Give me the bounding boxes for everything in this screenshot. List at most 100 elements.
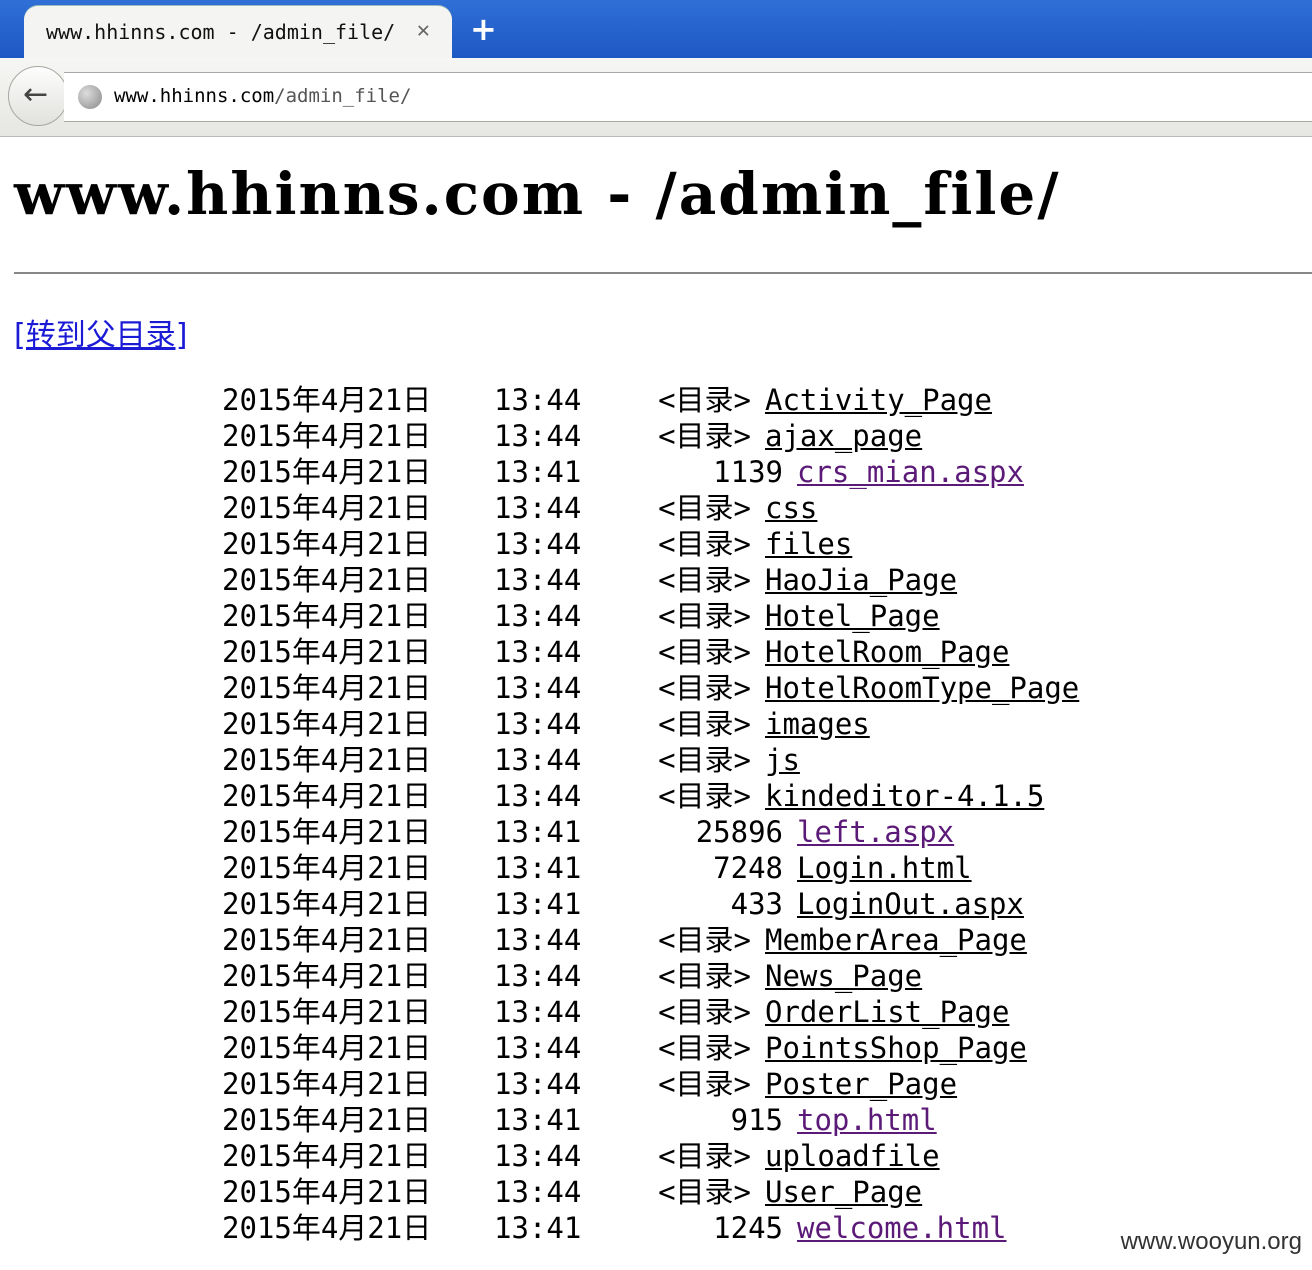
url-path: /admin_file/ <box>274 85 412 107</box>
entry-link[interactable]: uploadfile <box>765 1138 940 1174</box>
entry-link[interactable]: Poster_Page <box>765 1066 957 1102</box>
entry-link[interactable]: crs_mian.aspx <box>797 454 1024 490</box>
back-arrow-icon: ← <box>23 77 49 112</box>
entry-link[interactable]: images <box>765 706 870 742</box>
entry-time: 13:44 <box>494 563 582 597</box>
entry-link[interactable]: User_Page <box>765 1174 922 1210</box>
entry-size: <目录> <box>658 1067 751 1101</box>
entry-link[interactable]: welcome.html <box>797 1210 1007 1246</box>
entry-date: 2015年4月21日 <box>222 815 432 849</box>
tab-bar: www.hhinns.com - /admin_file/ ✕ + <box>0 0 1312 58</box>
listing-row: 2015年4月21日 13:44 <目录> Hotel_Page <box>0 598 1100 634</box>
listing-row: 2015年4月21日 13:44 <目录> files <box>0 526 1100 562</box>
entry-time: 13:44 <box>494 707 582 741</box>
listing-row: 2015年4月21日 13:44 <目录> ajax_page <box>0 418 1100 454</box>
entry-size: <目录> <box>658 491 751 525</box>
entry-date: 2015年4月21日 <box>222 563 432 597</box>
entry-time: 13:44 <box>494 527 582 561</box>
entry-date: 2015年4月21日 <box>222 779 432 813</box>
listing-row: 2015年4月21日 13:44 <目录> js <box>0 742 1100 778</box>
back-button[interactable]: ← <box>8 66 68 126</box>
entry-link[interactable]: PointsShop_Page <box>765 1030 1027 1066</box>
entry-time: 13:44 <box>494 995 582 1029</box>
entry-size: <目录> <box>658 635 751 669</box>
entry-link[interactable]: LoginOut.aspx <box>797 886 1024 922</box>
entry-time: 13:44 <box>494 1175 582 1209</box>
entry-time: 13:44 <box>494 959 582 993</box>
listing-row: 2015年4月21日 13:44 <目录> User_Page <box>0 1174 1100 1210</box>
entry-link[interactable]: js <box>765 742 800 778</box>
entry-time: 13:44 <box>494 419 582 453</box>
entry-time: 13:44 <box>494 779 582 813</box>
entry-size: <目录> <box>658 707 751 741</box>
listing-row: 2015年4月21日 13:41 7248 Login.html <box>0 850 1100 886</box>
entry-date: 2015年4月21日 <box>222 851 432 885</box>
new-tab-button[interactable]: + <box>470 10 497 48</box>
parent-directory-link[interactable]: [转到父目录] <box>14 310 187 354</box>
listing-row: 2015年4月21日 13:41 25896 left.aspx <box>0 814 1100 850</box>
listing-row: 2015年4月21日 13:44 <目录> Activity_Page <box>0 382 1100 418</box>
entry-link[interactable]: News_Page <box>765 958 922 994</box>
entry-size: <目录> <box>658 995 751 1029</box>
entry-size: <目录> <box>658 923 751 957</box>
entry-link[interactable]: top.html <box>797 1102 937 1138</box>
entry-size: <目录> <box>658 599 751 633</box>
entry-date: 2015年4月21日 <box>222 743 432 777</box>
watermark: www.wooyun.org <box>1120 1228 1302 1255</box>
entry-size: <目录> <box>658 563 751 597</box>
entry-size: 1245 <box>713 1211 783 1245</box>
entry-link[interactable]: Login.html <box>797 850 972 886</box>
tab-title: www.hhinns.com - /admin_file/ <box>46 20 396 44</box>
entry-size: 7248 <box>713 851 783 885</box>
entry-size: <目录> <box>658 779 751 813</box>
globe-icon <box>78 85 102 109</box>
entry-link[interactable]: HotelRoomType_Page <box>765 670 1079 706</box>
entry-size: <目录> <box>658 959 751 993</box>
entry-date: 2015年4月21日 <box>222 491 432 525</box>
entry-size: <目录> <box>658 671 751 705</box>
listing-row: 2015年4月21日 13:41 1245 welcome.html <box>0 1210 1100 1246</box>
entry-link[interactable]: files <box>765 526 852 562</box>
entry-size: 1139 <box>713 455 783 489</box>
entry-date: 2015年4月21日 <box>222 1031 432 1065</box>
entry-size: <目录> <box>658 419 751 453</box>
entry-link[interactable]: HaoJia_Page <box>765 562 957 598</box>
navigation-bar: ← www.hhinns.com/admin_file/ <box>0 58 1312 137</box>
listing-row: 2015年4月21日 13:44 <目录> uploadfile <box>0 1138 1100 1174</box>
browser-tab[interactable]: www.hhinns.com - /admin_file/ ✕ <box>24 6 452 58</box>
entry-link[interactable]: Activity_Page <box>765 382 992 418</box>
entry-link[interactable]: ajax_page <box>765 418 922 454</box>
entry-link[interactable]: MemberArea_Page <box>765 922 1027 958</box>
entry-link[interactable]: HotelRoom_Page <box>765 634 1009 670</box>
entry-link[interactable]: css <box>765 490 817 526</box>
entry-link[interactable]: kindeditor-4.1.5 <box>765 778 1044 814</box>
entry-time: 13:44 <box>494 1067 582 1101</box>
entry-date: 2015年4月21日 <box>222 707 432 741</box>
entry-date: 2015年4月21日 <box>222 1103 432 1137</box>
entry-time: 13:44 <box>494 635 582 669</box>
entry-time: 13:44 <box>494 923 582 957</box>
entry-size: <目录> <box>658 1031 751 1065</box>
entry-link[interactable]: left.aspx <box>797 814 954 850</box>
listing-row: 2015年4月21日 13:41 433 LoginOut.aspx <box>0 886 1100 922</box>
entry-date: 2015年4月21日 <box>222 1139 432 1173</box>
entry-link[interactable]: OrderList_Page <box>765 994 1009 1030</box>
listing-row: 2015年4月21日 13:44 <目录> HotelRoom_Page <box>0 634 1100 670</box>
close-icon[interactable]: ✕ <box>417 18 430 43</box>
entry-date: 2015年4月21日 <box>222 1175 432 1209</box>
entry-date: 2015年4月21日 <box>222 887 432 921</box>
entry-size: <目录> <box>658 383 751 417</box>
entry-date: 2015年4月21日 <box>222 383 432 417</box>
entry-link[interactable]: Hotel_Page <box>765 598 940 634</box>
entry-size: <目录> <box>658 743 751 777</box>
entry-time: 13:41 <box>494 455 582 489</box>
address-bar[interactable]: www.hhinns.com/admin_file/ <box>64 72 1312 122</box>
listing-row: 2015年4月21日 13:44 <目录> HaoJia_Page <box>0 562 1100 598</box>
entry-time: 13:41 <box>494 815 582 849</box>
entry-time: 13:44 <box>494 383 582 417</box>
entry-size: <目录> <box>658 1139 751 1173</box>
listing-row: 2015年4月21日 13:44 <目录> News_Page <box>0 958 1100 994</box>
listing-row: 2015年4月21日 13:41 915 top.html <box>0 1102 1100 1138</box>
listing-row: 2015年4月21日 13:41 1139 crs_mian.aspx <box>0 454 1100 490</box>
listing-row: 2015年4月21日 13:44 <目录> css <box>0 490 1100 526</box>
